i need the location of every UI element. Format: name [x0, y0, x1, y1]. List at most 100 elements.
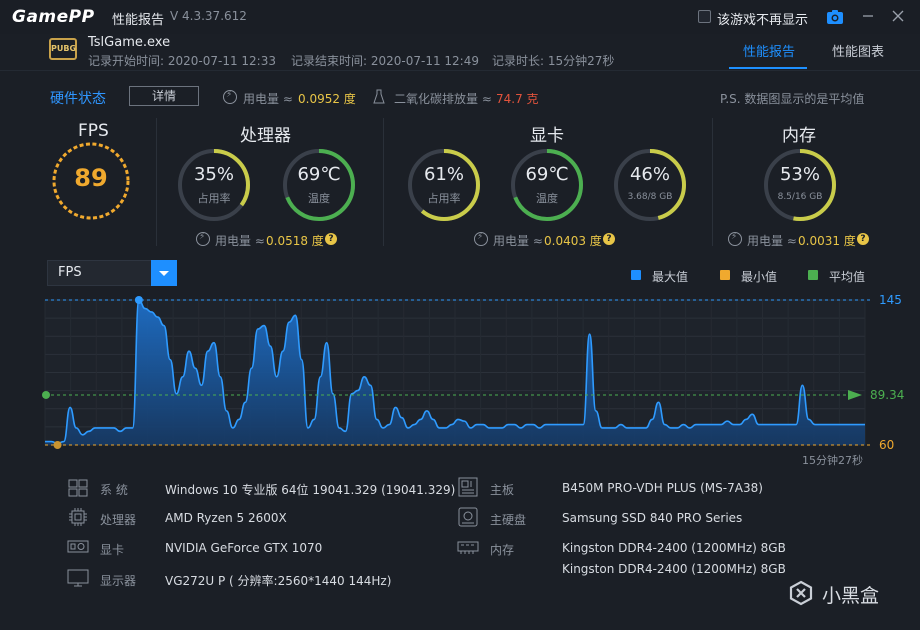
- cpu-temp-gauge: 69℃ 温度: [281, 147, 357, 226]
- tab-performance-report[interactable]: 性能报告: [743, 41, 795, 60]
- power-icon: [728, 232, 742, 246]
- fps-value: 89: [74, 164, 108, 192]
- sysinfo-value-os: Windows 10 专业版 64位 19041.329 (19041.329): [165, 483, 456, 497]
- power-icon: [474, 232, 488, 246]
- help-icon[interactable]: ?: [325, 233, 337, 245]
- gpu-vram-value: 46%: [629, 164, 670, 185]
- disk-icon: [458, 507, 478, 527]
- dont-show-label: 该游戏不再显示: [717, 13, 809, 28]
- sysinfo-key-disk: 主硬盘: [490, 513, 527, 527]
- total-power-label: 用电量 ≈: [243, 92, 293, 106]
- memory-power-label: 用电量 ≈: [747, 234, 797, 248]
- cpu-usage-gauge: 35% 占用率: [176, 147, 252, 226]
- hardware-state-title: 硬件状态: [50, 91, 106, 107]
- sysinfo-key-cpu: 处理器: [100, 513, 137, 527]
- version-label: V 4.3.37.612: [170, 9, 247, 23]
- sysinfo-value-disk: Samsung SSD 840 PRO Series: [562, 511, 743, 525]
- gpu-temp-value: 69℃: [525, 164, 569, 185]
- sysinfo-value-motherboard: B450M PRO-VDH PLUS (MS-7A38): [562, 481, 763, 495]
- help-icon[interactable]: ?: [857, 233, 869, 245]
- header-divider: [0, 70, 920, 71]
- cpu-icon: [69, 508, 87, 526]
- cpu-title: 处理器: [240, 126, 291, 146]
- watermark: 小黑盒: [788, 578, 898, 608]
- total-power-value: 0.0952 度: [298, 92, 356, 106]
- cpu-power-value: 0.0518 度: [266, 234, 324, 248]
- min-value-label: 60: [879, 438, 894, 452]
- co2-icon: [373, 89, 385, 104]
- app-logo: GamePP: [12, 7, 95, 27]
- record-start-time: 记录开始时间: 2020-07-11 12:33: [88, 54, 276, 68]
- monitor-icon: [67, 569, 89, 587]
- gpu-vram-gauge: 46% 3.68/8 GB: [612, 147, 688, 226]
- gpu-temp-label: 温度: [536, 192, 558, 205]
- active-tab-indicator: [729, 67, 807, 69]
- section-divider: [712, 118, 713, 246]
- cpu-temp-label: 温度: [308, 192, 330, 205]
- cpu-usage-value: 35%: [193, 164, 234, 185]
- motherboard-icon: [458, 477, 478, 497]
- sysinfo-value-memory-1: Kingston DDR4-2400 (1200MHz) 8GB: [562, 541, 786, 555]
- section-divider: [156, 118, 157, 246]
- help-icon[interactable]: ?: [603, 233, 615, 245]
- gpu-title: 显卡: [530, 126, 564, 146]
- cpu-usage-label: 占用率: [197, 192, 231, 205]
- co2-value: 74.7 克: [496, 92, 539, 106]
- cpu-temp-value: 69℃: [297, 164, 341, 185]
- legend-avg-swatch: [808, 270, 818, 280]
- sysinfo-value-cpu: AMD Ryzen 5 2600X: [165, 511, 287, 525]
- sysinfo-key-memory: 内存: [490, 543, 515, 557]
- game-icon: PUBG: [49, 38, 77, 60]
- legend-max-swatch: [631, 270, 641, 280]
- power-icon: [223, 90, 237, 104]
- gpu-icon: [67, 540, 89, 553]
- section-divider: [383, 118, 384, 246]
- close-icon[interactable]: [888, 6, 908, 26]
- metric-select-value: FPS: [58, 265, 82, 280]
- game-exe-name: TslGame.exe: [88, 35, 171, 50]
- gpu-vram-label: 3.68/8 GB: [627, 192, 673, 202]
- gpu-usage-label: 占用率: [427, 192, 461, 205]
- chart-duration-label: 15分钟27秒: [802, 454, 863, 467]
- watermark-text: 小黑盒: [822, 585, 880, 607]
- memory-usage-gauge: 53% 8.5/16 GB: [762, 147, 838, 226]
- fps-title: FPS: [78, 121, 109, 141]
- sysinfo-key-motherboard: 主板: [490, 483, 515, 497]
- max-value-label: 145: [879, 293, 902, 307]
- avg-value-label: 89.34: [870, 388, 904, 402]
- tab-performance-chart[interactable]: 性能图表: [832, 41, 884, 60]
- window-title: 性能报告: [112, 13, 165, 28]
- gpu-usage-gauge: 61% 占用率: [406, 147, 482, 226]
- detail-button[interactable]: 详情: [129, 86, 199, 106]
- windows-icon: [68, 479, 88, 497]
- camera-icon[interactable]: [826, 8, 844, 26]
- memory-title: 内存: [782, 126, 816, 146]
- gpu-usage-value: 61%: [423, 164, 464, 185]
- memory-usage-value: 53%: [779, 164, 820, 185]
- min-point: [53, 441, 62, 449]
- memory-usage-label: 8.5/16 GB: [777, 192, 823, 202]
- legend-max-label: 最大值: [652, 270, 689, 284]
- sysinfo-value-memory-2: Kingston DDR4-2400 (1200MHz) 8GB: [562, 562, 786, 576]
- minimize-icon[interactable]: [858, 6, 878, 26]
- chevron-down-icon[interactable]: [151, 260, 177, 286]
- co2-label: 二氧化碳排放量 ≈: [394, 92, 492, 106]
- dont-show-checkbox[interactable]: [698, 10, 711, 23]
- sysinfo-key-monitor: 显示器: [100, 574, 137, 588]
- record-end-time: 记录结束时间: 2020-07-11 12:49: [291, 54, 479, 68]
- record-duration: 记录时长: 15分钟27秒: [492, 54, 615, 68]
- xiaoheihe-logo-icon: [789, 580, 813, 606]
- power-icon: [196, 232, 210, 246]
- legend-avg-label: 平均值: [829, 270, 866, 284]
- legend-min-label: 最小值: [741, 270, 778, 284]
- sysinfo-value-gpu: NVIDIA GeForce GTX 1070: [165, 541, 323, 555]
- avg-note: P.S. 数据图显示的是平均值: [720, 92, 865, 106]
- memory-power-value: 0.0031 度: [798, 234, 856, 248]
- gpu-temp-gauge: 69℃ 温度: [509, 147, 585, 226]
- cpu-power-label: 用电量 ≈: [215, 234, 265, 248]
- memory-icon: [457, 541, 479, 554]
- max-point: [134, 296, 143, 304]
- sysinfo-key-os: 系 统: [100, 483, 128, 497]
- sysinfo-value-monitor: VG272U P ( 分辨率:2560*1440 144Hz): [165, 574, 392, 588]
- legend-min-swatch: [720, 270, 730, 280]
